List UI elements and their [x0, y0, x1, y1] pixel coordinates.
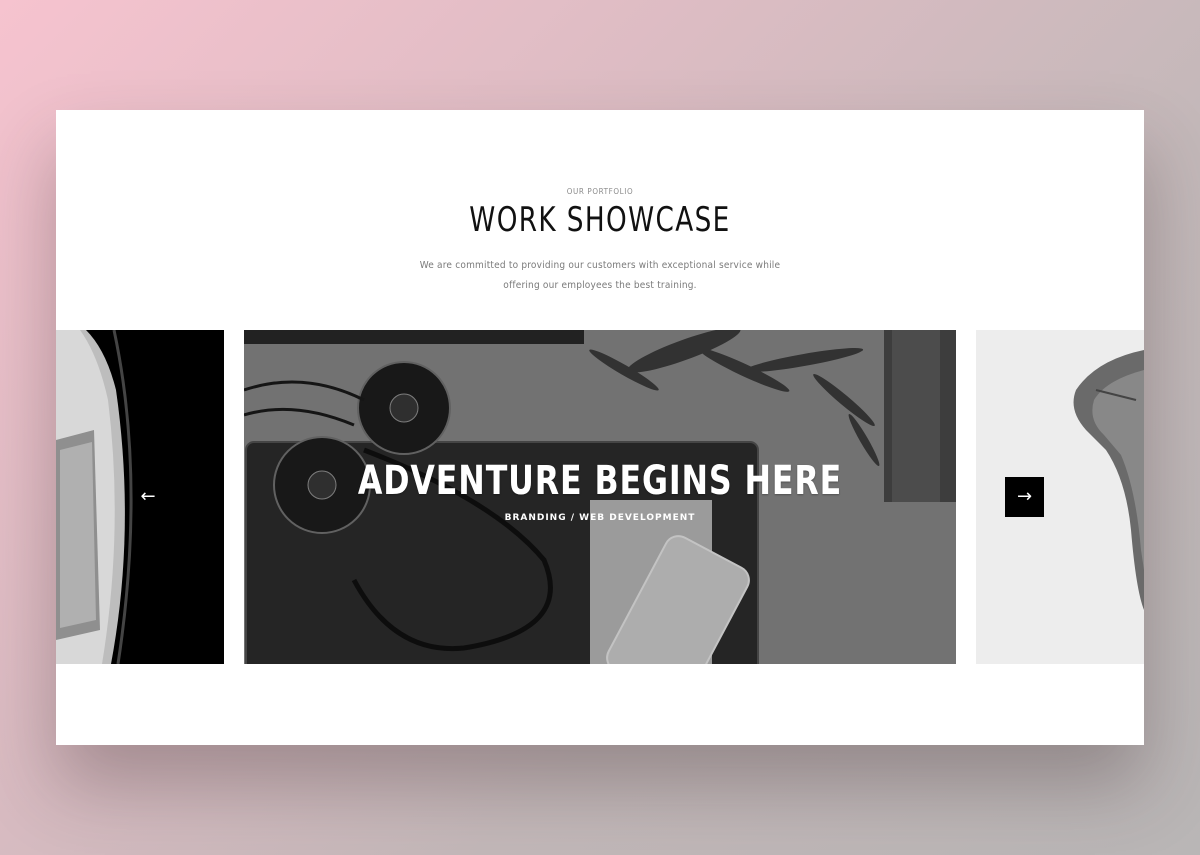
section-description: We are committed to providing our custom… [419, 260, 781, 291]
slide-title[interactable]: ADVENTURE BEGINS HERE [287, 458, 914, 504]
slide-previous[interactable]: ← [56, 330, 224, 664]
slider-next-button[interactable]: → [1005, 477, 1044, 517]
work-slider: ← ADVENTURE BEGINS HERE BRANDING / WEB D… [56, 330, 1144, 664]
section-title: WORK SHOWCASE [469, 200, 731, 240]
slide-next[interactable] [976, 330, 1144, 664]
slider-prev-button[interactable]: ← [128, 477, 168, 517]
portfolio-section: OUR PORTFOLIO WORK SHOWCASE We are commi… [56, 110, 1144, 745]
slide-categories: BRANDING / WEB DEVELOPMENT [504, 513, 696, 523]
section-eyebrow: OUR PORTFOLIO [566, 187, 634, 196]
slide-next-image [976, 330, 1144, 664]
slide-active[interactable]: ADVENTURE BEGINS HERE BRANDING / WEB DEV… [244, 330, 956, 664]
